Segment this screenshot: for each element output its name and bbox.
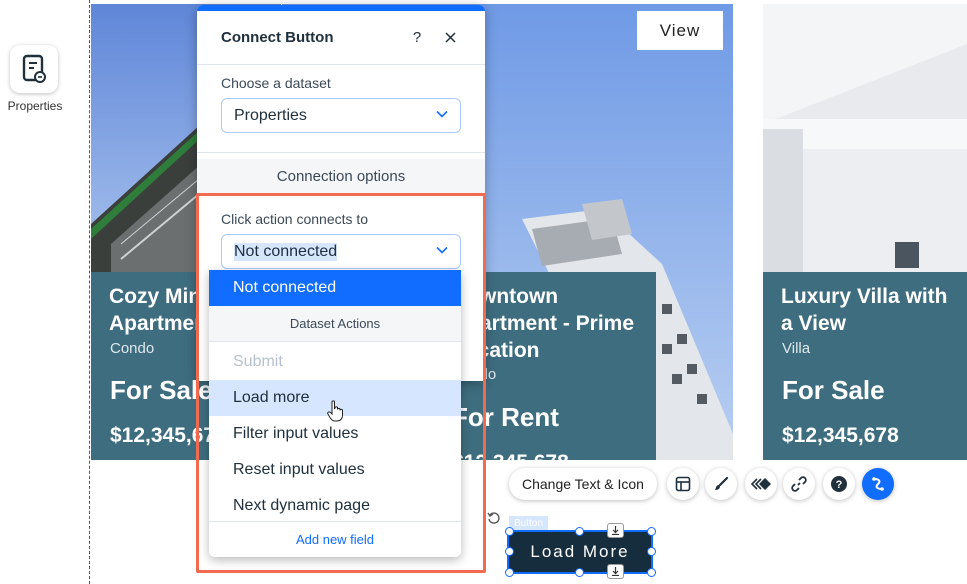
change-text-icon-button[interactable]: Change Text & Icon [509,468,657,500]
view-button[interactable]: View [637,11,723,50]
element-type-tag: Button [509,516,548,531]
click-action-select[interactable]: Not connected [221,234,461,269]
click-action-value: Not connected [234,242,338,261]
resize-handle-ml[interactable] [505,547,514,556]
option-not-connected[interactable]: Not connected [209,270,461,306]
svg-text:?: ? [836,479,843,491]
dataset-actions-header: Dataset Actions [209,306,461,342]
resize-handle-tl[interactable] [505,527,514,536]
option-submit: Submit [233,353,283,370]
panel-title: Connect Button [221,29,334,46]
card-price-3: $12,345,678 [782,424,899,447]
section-guide-line [89,0,90,584]
card-type-1: Condo [110,340,155,357]
choose-dataset-label: Choose a dataset [221,75,331,91]
option-next-dynamic-page[interactable]: Next dynamic page [209,488,461,524]
stretch-bottom-icon[interactable] [607,564,624,579]
card-status-2: For Rent [452,402,559,432]
editor-canvas: Properties Cozy Mini Apartment Condo For… [0,0,967,584]
card-status-3: For Sale [782,375,885,405]
connect-to-data-icon[interactable] [862,468,894,500]
click-action-label: Click action connects to [221,211,369,227]
design-brush-icon[interactable] [705,468,737,500]
load-more-button[interactable]: Load More [507,530,653,574]
resize-handle-tr[interactable] [647,527,656,536]
dataset-select[interactable]: Properties [221,98,461,133]
divider [197,152,485,153]
help-icon[interactable]: ? [823,468,855,500]
animation-icon[interactable] [745,468,777,500]
close-icon[interactable] [439,27,461,49]
chevron-down-icon [436,110,448,118]
question-icon[interactable]: ? [406,27,428,49]
dataset-select-value: Properties [234,106,307,124]
option-reset-input-values[interactable]: Reset input values [209,452,461,488]
dataset-icon[interactable] [10,45,58,93]
connection-options-header: Connection options [197,159,485,193]
resize-handle-br[interactable] [647,568,656,577]
add-new-field-link[interactable]: Add new field [209,521,461,557]
panel-header: Connect Button ? [197,11,485,65]
chevron-down-icon [436,246,448,254]
property-photo-3 [763,4,967,272]
hand-cursor-icon [327,400,343,422]
resize-handle-mr[interactable] [647,547,656,556]
resize-handle-tc[interactable] [575,527,584,536]
dataset-label: Properties [7,99,63,113]
link-icon[interactable] [783,468,815,500]
card-title-3: Luxury Villa with a View [781,285,948,335]
resize-handle-bc[interactable] [575,568,584,577]
layout-icon[interactable] [667,468,699,500]
stretch-top-icon[interactable] [607,523,624,538]
rotate-icon[interactable] [485,509,503,527]
resize-handle-bl[interactable] [505,568,514,577]
card-type-3: Villa [782,340,811,357]
